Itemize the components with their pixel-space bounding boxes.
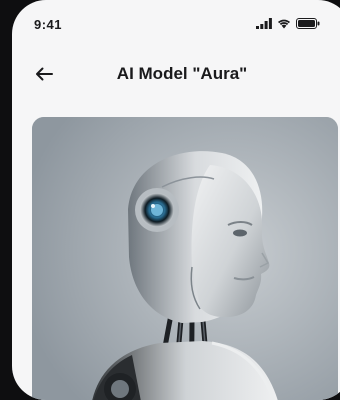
phone-screen: 9:41 AI Model "Aura" <box>12 0 340 400</box>
page-title: AI Model "Aura" <box>116 64 248 83</box>
hero-image-card[interactable] <box>32 117 338 400</box>
robot-portrait-image <box>32 117 338 400</box>
wifi-icon <box>277 16 291 34</box>
nav-bar: AI Model "Aura" <box>12 58 340 94</box>
status-bar: 9:41 <box>12 0 340 48</box>
status-icons <box>256 16 320 34</box>
status-time: 9:41 <box>34 17 63 32</box>
battery-icon <box>296 16 320 34</box>
signal-icon <box>256 16 272 34</box>
